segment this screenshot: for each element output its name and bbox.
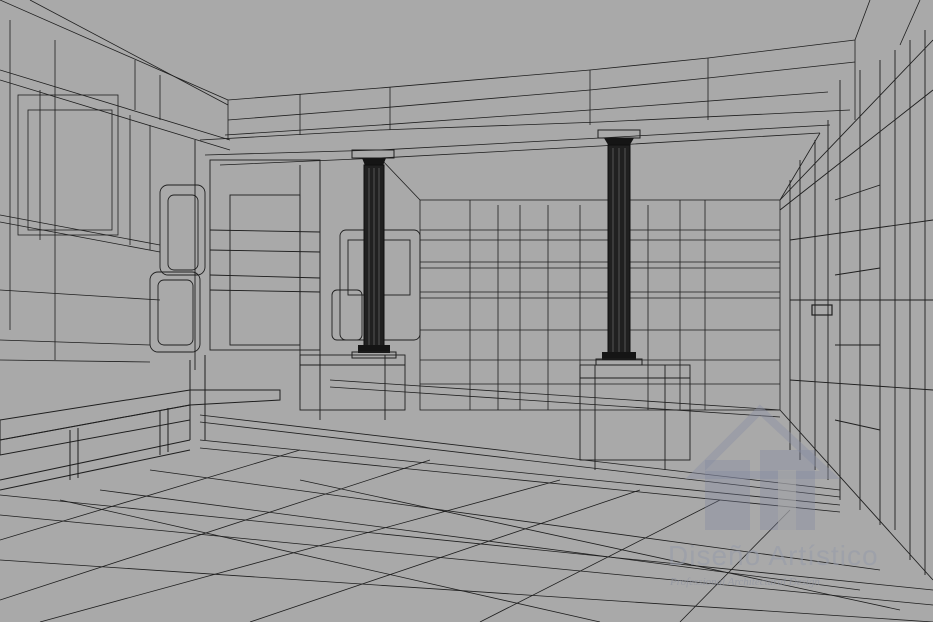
wireframe-room-scene [0,0,933,622]
wireframe-render-viewport: Diseño Artístico Professional Architectu… [0,0,933,622]
